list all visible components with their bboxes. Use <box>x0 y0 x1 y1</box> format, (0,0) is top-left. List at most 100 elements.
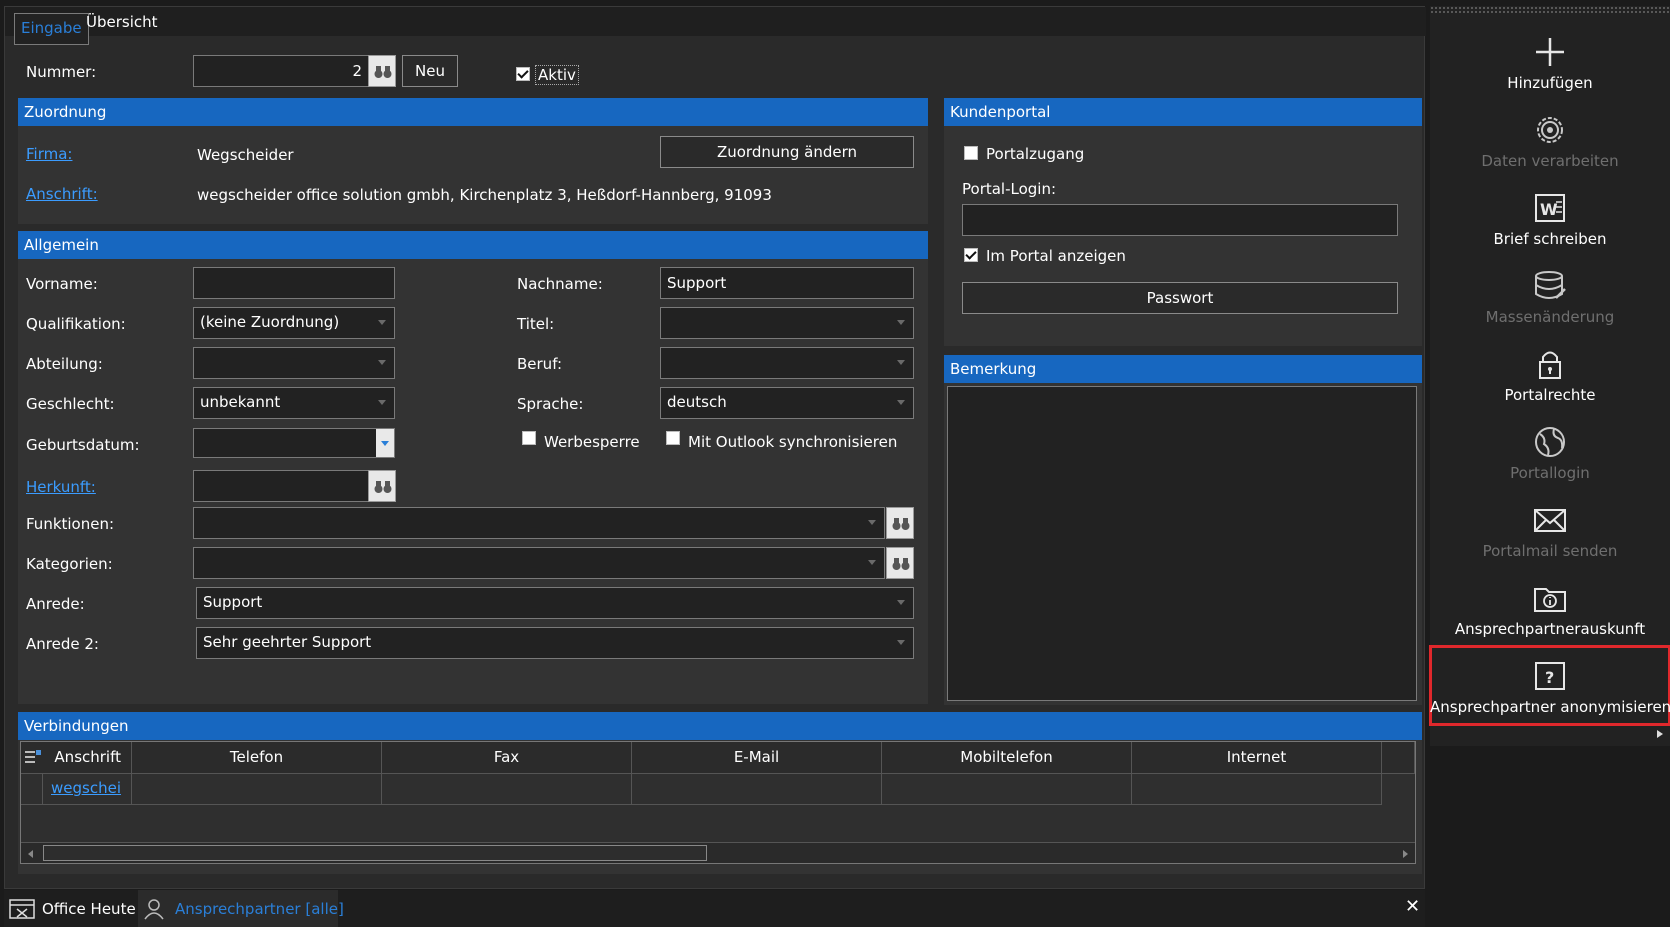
grid-header-anschrift-label: Anschrift <box>54 748 121 766</box>
sidebar-item-massenaenderung[interactable]: Massenänderung <box>1430 256 1670 334</box>
funktionen-select[interactable] <box>193 507 885 539</box>
sidebar-item-label: Ansprechpartnerauskunft <box>1454 620 1646 638</box>
kundenportal-panel: Kundenportal Portalzugang Portal-Login: … <box>944 98 1422 346</box>
funktionen-label: Funktionen: <box>26 515 115 533</box>
chevron-down-icon <box>868 520 876 525</box>
row-fax-cell[interactable] <box>382 774 632 805</box>
bemerkung-textarea[interactable] <box>947 386 1417 701</box>
database-edit-icon <box>1535 271 1566 299</box>
grid-header-anschrift[interactable]: Anschrift <box>21 742 132 774</box>
outlook-sync-label: Mit Outlook synchronisieren <box>688 433 898 451</box>
table-row[interactable]: wegschei <box>43 774 132 805</box>
sidebar-item-ansprechpartner-anonymisieren[interactable]: ? Ansprechpartner anonymisieren <box>1429 645 1670 726</box>
grid-header-email[interactable]: E-Mail <box>632 742 882 774</box>
herkunft-input[interactable] <box>193 470 369 502</box>
date-dropdown-button[interactable] <box>376 429 394 457</box>
kategorien-select[interactable] <box>193 547 885 579</box>
change-zuordnung-button[interactable]: Zuordnung ändern <box>660 136 914 168</box>
anrede2-label: Anrede 2: <box>26 635 99 653</box>
sprache-value: deutsch <box>667 393 727 411</box>
nummer-search-button[interactable] <box>368 55 396 87</box>
abteilung-select[interactable] <box>193 347 395 379</box>
titel-label: Titel: <box>517 315 555 333</box>
office-heute-icon <box>9 899 35 921</box>
herkunft-search-button[interactable] <box>368 470 396 502</box>
qualifikation-select[interactable]: (keine Zuordnung) <box>193 307 395 339</box>
row-indicator <box>21 774 43 805</box>
anrede-label: Anrede: <box>26 595 85 613</box>
sidebar-more-icon[interactable] <box>1657 730 1663 738</box>
zuordnung-panel: Zuordnung Firma: Wegscheider Anschrift: … <box>18 98 928 224</box>
zuordnung-title: Zuordnung <box>18 98 928 126</box>
portalzugang-checkbox[interactable] <box>964 146 978 160</box>
sprache-select[interactable]: deutsch <box>660 387 914 419</box>
nachname-label: Nachname: <box>517 275 603 293</box>
funktionen-search-button[interactable] <box>886 507 914 539</box>
row-email-cell[interactable] <box>632 774 882 805</box>
horizontal-scrollbar[interactable] <box>21 842 1415 863</box>
gear-icon <box>1537 117 1563 143</box>
kategorien-search-button[interactable] <box>886 547 914 579</box>
sidebar-item-ansprechpartnerauskunft[interactable]: Ansprechpartnerauskunft <box>1430 568 1670 646</box>
sidebar-item-label: Ansprechpartner anonymisieren <box>1430 698 1670 716</box>
grid-header-internet[interactable]: Internet <box>1132 742 1382 774</box>
close-icon[interactable]: ✕ <box>1405 896 1420 917</box>
werbesperre-checkbox[interactable] <box>522 431 536 445</box>
portal-login-input[interactable] <box>962 204 1398 236</box>
nummer-input[interactable] <box>193 55 369 87</box>
aktiv-checkbox[interactable] <box>516 67 530 81</box>
scroll-thumb[interactable] <box>43 845 707 861</box>
grid-options-icon[interactable] <box>25 750 41 764</box>
new-button[interactable]: Neu <box>402 55 458 87</box>
binoculars-icon <box>892 518 910 530</box>
beruf-select[interactable] <box>660 347 914 379</box>
titel-select[interactable] <box>660 307 914 339</box>
im-portal-anzeigen-checkbox[interactable] <box>964 248 978 262</box>
sidebar-item-portalmail-senden[interactable]: Portalmail senden <box>1430 490 1670 568</box>
portal-login-label: Portal-Login: <box>962 180 1057 198</box>
scroll-left-icon[interactable] <box>23 846 39 862</box>
row-internet-cell[interactable] <box>1132 774 1382 805</box>
verbindungen-title: Verbindungen <box>18 712 1422 740</box>
binoculars-icon <box>374 481 392 493</box>
sidebar-item-hinzufuegen[interactable]: Hinzufügen <box>1430 22 1670 100</box>
tab-office-heute[interactable]: Office Heute <box>42 900 136 918</box>
chevron-down-icon <box>378 400 386 405</box>
geschlecht-value: unbekannt <box>200 393 281 411</box>
grid-header-fax[interactable]: Fax <box>382 742 632 774</box>
sprache-label: Sprache: <box>517 395 584 413</box>
allgemein-panel: Allgemein Vorname: Nachname: Qualifikati… <box>18 231 928 704</box>
nachname-input[interactable] <box>660 267 914 299</box>
grid-header-mobiltelefon[interactable]: Mobiltelefon <box>882 742 1132 774</box>
row-telefon-cell[interactable] <box>132 774 382 805</box>
kategorien-label: Kategorien: <box>26 555 113 573</box>
sidebar-item-portallogin[interactable]: Portallogin <box>1430 412 1670 490</box>
tab-eingabe[interactable]: Eingabe <box>14 13 89 45</box>
outlook-sync-checkbox[interactable] <box>666 431 680 445</box>
svg-text:?: ? <box>1545 668 1554 687</box>
chevron-down-icon <box>897 360 905 365</box>
geburtsdatum-picker[interactable] <box>193 428 395 458</box>
firma-link[interactable]: Firma: <box>26 145 72 163</box>
anrede2-select[interactable]: Sehr geehrter Support <box>196 627 914 659</box>
passwort-button[interactable]: Passwort <box>962 282 1398 314</box>
chevron-down-icon <box>381 441 389 446</box>
herkunft-link[interactable]: Herkunft: <box>26 478 96 496</box>
anschrift-link[interactable]: Anschrift: <box>26 185 98 203</box>
geschlecht-select[interactable]: unbekannt <box>193 387 395 419</box>
sidebar-item-daten-verarbeiten[interactable]: Daten verarbeiten <box>1430 100 1670 178</box>
allgemein-title: Allgemein <box>18 231 928 259</box>
tab-ansprechpartner-alle[interactable]: Ansprechpartner [alle] <box>175 900 344 918</box>
sidebar-item-brief-schreiben[interactable]: W Brief schreiben <box>1430 178 1670 256</box>
aktiv-label[interactable]: Aktiv <box>535 65 579 85</box>
folder-info-icon <box>1534 588 1566 612</box>
tab-uebersicht[interactable]: Übersicht <box>86 13 158 31</box>
row-anschrift-link[interactable]: wegschei <box>51 779 121 797</box>
vorname-input[interactable] <box>193 267 395 299</box>
scroll-right-icon[interactable] <box>1397 846 1413 862</box>
abteilung-label: Abteilung: <box>26 355 103 373</box>
anrede-select[interactable]: Support <box>196 587 914 619</box>
row-mobiltelefon-cell[interactable] <box>882 774 1132 805</box>
grid-header-telefon[interactable]: Telefon <box>132 742 382 774</box>
sidebar-item-portalrechte[interactable]: Portalrechte <box>1430 334 1670 412</box>
